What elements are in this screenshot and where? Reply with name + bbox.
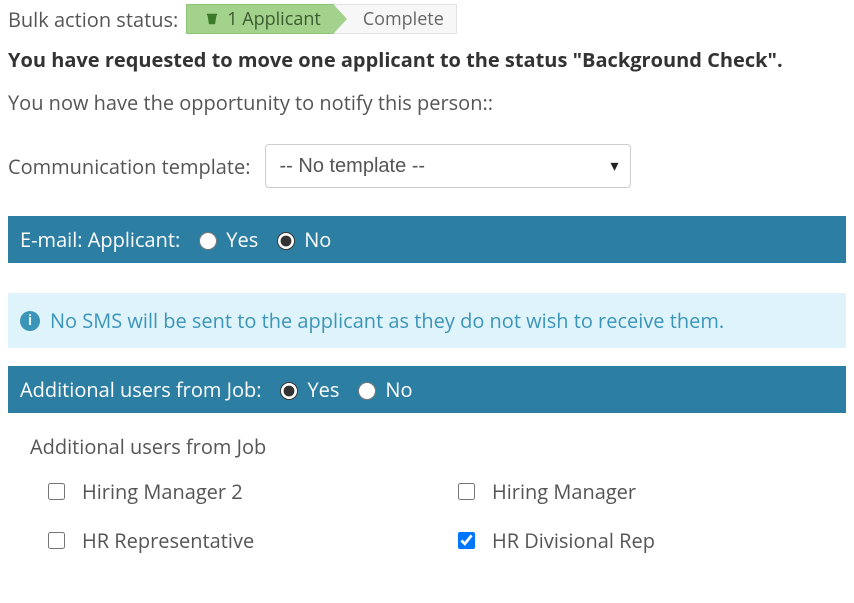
bucket-icon (205, 12, 219, 26)
step-complete: Complete (334, 4, 457, 34)
email-applicant-no-label: No (304, 226, 331, 253)
user-label: Hiring Manager 2 (82, 478, 243, 505)
email-applicant-no-radio[interactable] (277, 232, 295, 250)
additional-users-no-option[interactable]: No (353, 376, 412, 403)
notify-text: You now have the opportunity to notify t… (8, 89, 846, 116)
additional-users-label: Additional users from Job: (20, 376, 261, 403)
additional-users-no-label: No (385, 376, 412, 403)
headline: You have requested to move one applicant… (8, 46, 846, 73)
additional-users-panel: Additional users from Job Hiring Manager… (8, 413, 846, 554)
user-option-hr-divisional-rep[interactable]: HR Divisional Rep (454, 527, 824, 554)
additional-users-yes-label: Yes (307, 376, 339, 403)
sms-info-text: No SMS will be sent to the applicant as … (50, 307, 724, 334)
bulk-action-status-label: Bulk action status: (8, 6, 178, 33)
info-icon: i (20, 311, 40, 331)
email-applicant-yes-label: Yes (226, 226, 258, 253)
additional-users-bar: Additional users from Job: Yes No (8, 366, 846, 413)
user-checkbox-hiring-manager-2[interactable] (48, 483, 65, 500)
communication-template-label: Communication template: (8, 153, 251, 180)
user-checkbox-hr-representative[interactable] (48, 532, 65, 549)
bulk-action-status-row: Bulk action status: 1 Applicant Complete (8, 0, 846, 42)
additional-users-heading: Additional users from Job (30, 433, 824, 460)
user-option-hr-representative[interactable]: HR Representative (44, 527, 414, 554)
communication-template-row: Communication template: -- No template -… (8, 144, 846, 188)
additional-users-yes-radio[interactable] (280, 382, 298, 400)
step-complete-label: Complete (363, 7, 444, 31)
additional-users-no-radio[interactable] (358, 382, 376, 400)
step-applicant-label: 1 Applicant (227, 7, 321, 31)
communication-template-select-wrap: -- No template -- (265, 144, 631, 188)
additional-users-grid: Hiring Manager 2 Hiring Manager HR Repre… (30, 478, 824, 554)
user-label: Hiring Manager (492, 478, 636, 505)
user-label: HR Representative (82, 527, 254, 554)
step-applicant: 1 Applicant (186, 4, 334, 34)
step-container: 1 Applicant Complete (186, 4, 457, 34)
email-applicant-no-option[interactable]: No (272, 226, 331, 253)
email-applicant-bar: E-mail: Applicant: Yes No (8, 216, 846, 263)
email-applicant-yes-radio[interactable] (199, 232, 217, 250)
additional-users-yes-option[interactable]: Yes (275, 376, 339, 403)
communication-template-select[interactable]: -- No template -- (265, 144, 631, 188)
email-applicant-yes-option[interactable]: Yes (194, 226, 258, 253)
user-label: HR Divisional Rep (492, 527, 655, 554)
user-option-hiring-manager-2[interactable]: Hiring Manager 2 (44, 478, 414, 505)
user-option-hiring-manager[interactable]: Hiring Manager (454, 478, 824, 505)
user-checkbox-hr-divisional-rep[interactable] (458, 532, 475, 549)
user-checkbox-hiring-manager[interactable] (458, 483, 475, 500)
sms-info-box: i No SMS will be sent to the applicant a… (8, 293, 846, 348)
email-applicant-label: E-mail: Applicant: (20, 226, 180, 253)
